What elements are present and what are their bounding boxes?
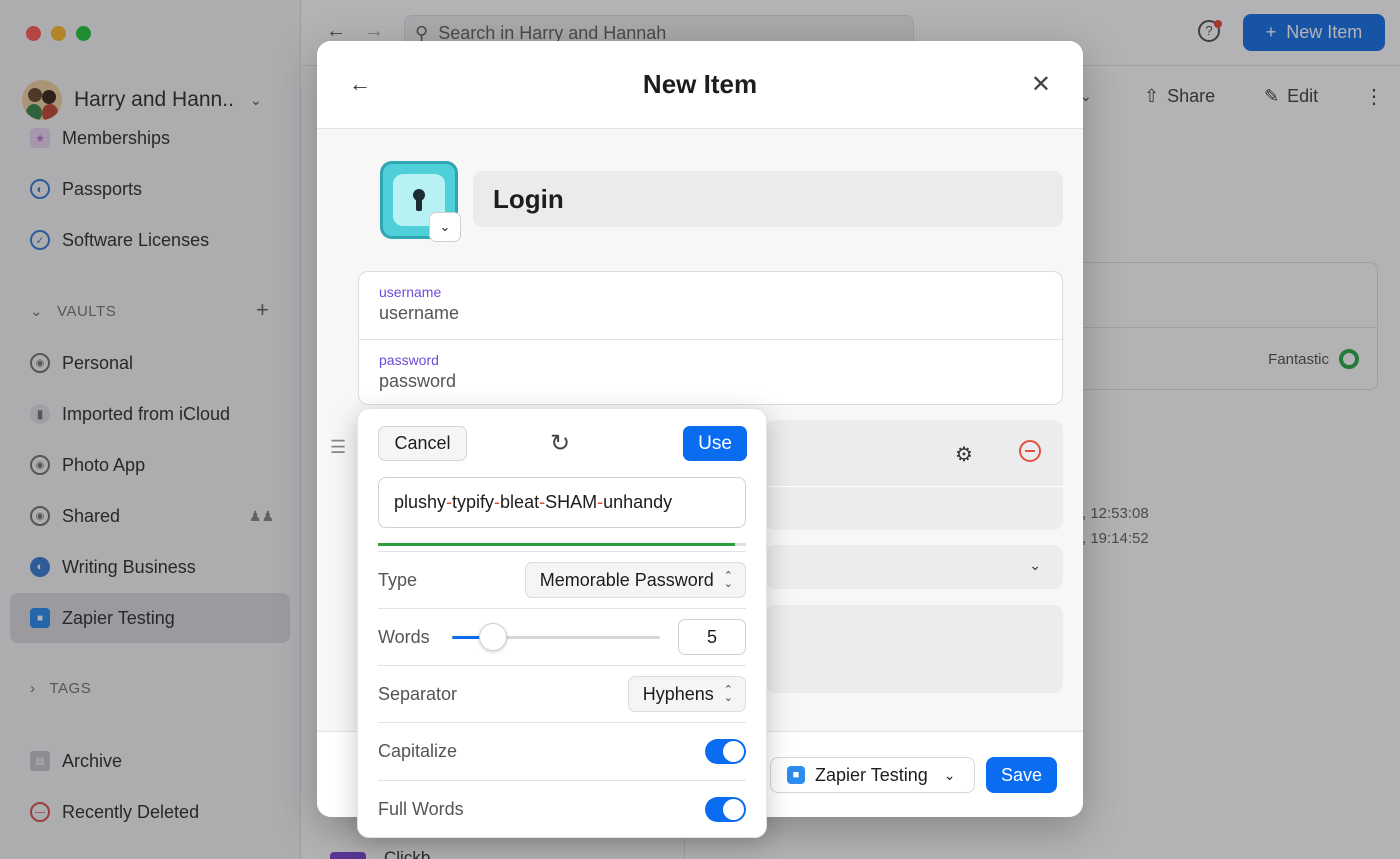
password-word: typify [452,492,495,512]
full-words-label: Full Words [378,798,464,819]
drag-handle-icon[interactable]: ☰ [330,437,346,458]
slider-knob[interactable] [479,623,508,651]
password-word: unhandy [603,492,673,512]
save-button[interactable]: Save [986,757,1057,793]
divider [765,486,1063,487]
robot-icon: ■ [787,766,805,784]
strength-meter [378,543,746,546]
password-word: SHAM [545,492,598,512]
password-label: password [379,352,439,368]
password-word: bleat [500,492,540,512]
keyhole-icon [413,189,425,211]
password-word: plushy [394,492,447,512]
separator-select[interactable]: Hyphens ⌃ ⌄ [627,676,746,712]
chevron-down-icon: ⌄ [1029,557,1041,573]
username-placeholder: username [379,303,460,323]
username-field[interactable]: username username [359,272,1064,339]
chevron-down-icon: ⌄ [943,766,956,783]
item-title-field[interactable]: Login [473,171,1063,227]
password-field[interactable]: password password [359,339,1064,406]
dialog-header: ← New Item ✕ [317,41,1083,129]
password-placeholder: password [379,371,457,391]
use-button[interactable]: Use [683,426,747,461]
updown-chevron-icon: ⌃ ⌄ [723,684,733,704]
type-row: Type Memorable Password ⌃ ⌄ [378,551,746,608]
password-generator-popover: Cancel ↻ Use plushy-typify-bleat-SHAM-un… [357,408,767,838]
full-words-row: Full Words [378,780,746,837]
updown-chevron-icon: ⌃ ⌄ [723,570,733,590]
vault-select-label: Zapier Testing [815,764,928,785]
words-label: Words [378,626,430,647]
remove-field-icon[interactable] [1019,440,1041,462]
generated-password-field[interactable]: plushy-typify-bleat-SHAM-unhandy [378,477,746,528]
separator-row: Separator Hyphens ⌃ ⌄ [378,665,746,722]
words-count-field[interactable]: 5 [678,619,746,655]
username-label: username [379,284,442,300]
type-label: Type [378,569,418,590]
separator-select-value: Hyphens [642,683,714,704]
close-icon[interactable]: ✕ [1031,70,1051,99]
capitalize-row: Capitalize [378,722,746,779]
field-type-select[interactable]: ⌄ [765,545,1063,589]
words-slider[interactable] [451,622,660,652]
strength-meter-fill [378,543,735,546]
type-select-value: Memorable Password [539,569,714,590]
capitalize-toggle[interactable] [705,738,746,764]
capitalize-label: Capitalize [378,740,458,761]
cancel-button[interactable]: Cancel [378,426,467,461]
notes-field[interactable] [765,605,1063,693]
chevron-down-icon[interactable]: ⌄ [429,212,461,242]
words-row: Words 5 [378,608,746,665]
dialog-title: New Item [642,69,758,99]
type-select[interactable]: Memorable Password ⌃ ⌄ [524,562,746,598]
refresh-icon[interactable]: ↻ [550,429,570,458]
vault-select[interactable]: ■ Zapier Testing ⌄ [770,757,975,793]
full-words-toggle[interactable] [705,796,746,822]
sliders-icon[interactable]: ⚙ [955,442,973,467]
extra-field-card: ⚙ [765,420,1063,530]
separator-label: Separator [378,683,458,704]
credentials-section: username username password password [358,271,1064,406]
